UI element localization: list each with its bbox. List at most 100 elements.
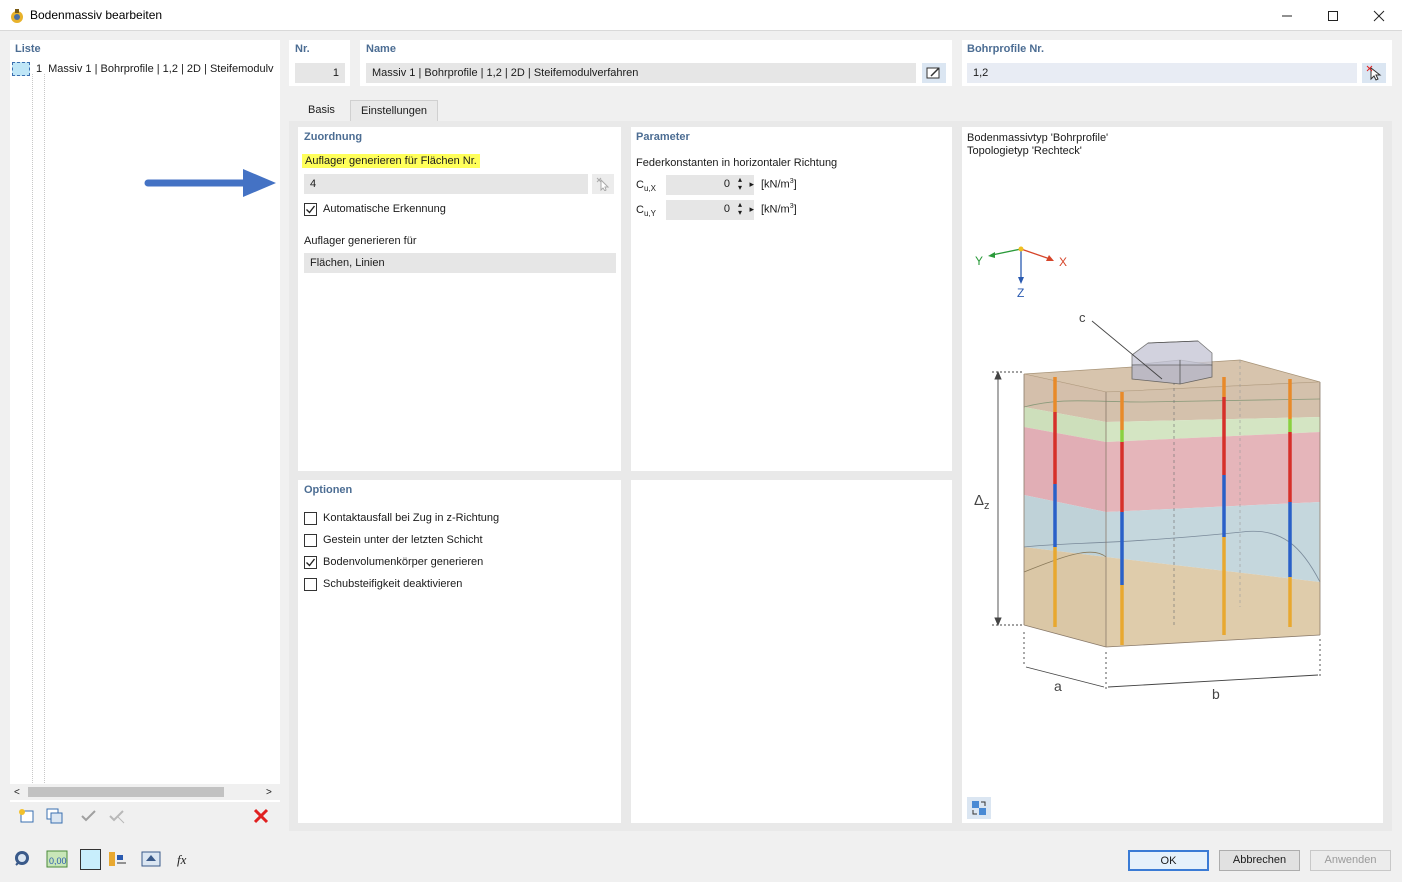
structure-view-button[interactable] [104, 848, 130, 870]
optionen-header: Optionen [304, 484, 353, 496]
parameter-panel: Parameter Federkonstanten in horizontale… [631, 127, 952, 471]
zuordnung-header: Zuordnung [304, 131, 363, 143]
automatische-erkennung-row[interactable]: Automatische Erkennung [304, 198, 446, 220]
label-delta-z: Δz [974, 492, 990, 512]
parameter-header: Parameter [636, 131, 690, 143]
cux-value: 0 [723, 178, 730, 190]
optionen-panel: Optionen Kontaktausfall bei Zug in z-Ric… [298, 480, 621, 823]
option-row[interactable]: Kontaktausfall bei Zug in z-Richtung [304, 507, 499, 529]
units-button[interactable]: 0,00 [44, 848, 70, 870]
scrollbar-thumb[interactable] [28, 787, 224, 797]
list-header: Liste [15, 43, 41, 55]
maximize-button[interactable] [1310, 0, 1356, 31]
uncheck-icon [109, 810, 125, 824]
scroll-right-icon[interactable]: > [266, 787, 272, 798]
bodenvolumen-checkbox[interactable] [304, 555, 317, 569]
soil-block [1023, 359, 1321, 648]
cuy-value: 0 [723, 203, 730, 215]
cuy-spinner-icon[interactable]: ▴ ▾ [738, 201, 742, 217]
flaechen-input[interactable]: 4 [304, 174, 588, 194]
automatische-erkennung-label: Automatische Erkennung [323, 203, 446, 215]
cuy-arrow-icon[interactable]: ▸ [749, 204, 754, 215]
federkonstanten-label: Federkonstanten in horizontaler Richtung [636, 157, 838, 169]
apply-button[interactable]: Anwenden [1310, 850, 1391, 871]
ok-button[interactable]: OK [1128, 850, 1209, 871]
tab-basis[interactable]: Basis [298, 100, 345, 122]
list-item-label: Massiv 1 | Bohrprofile | 1,2 | 2D | Stei… [48, 63, 274, 75]
cuy-input[interactable]: 0 ▴ ▾ ▸ [666, 200, 754, 220]
nr-label: Nr. [295, 43, 310, 55]
check-icon [81, 810, 96, 822]
search-help-button[interactable] [9, 848, 35, 870]
label-a: a [1054, 678, 1062, 694]
preview-topology-text: Topologietyp 'Rechteck' [967, 145, 1082, 157]
name-input[interactable]: Massiv 1 | Bohrprofile | 1,2 | 2D | Stei… [366, 63, 916, 83]
bohrprofile-label: Bohrprofile Nr. [967, 43, 1045, 55]
cancel-button[interactable]: Abbrechen [1219, 850, 1300, 871]
pick-cursor-icon [596, 177, 610, 191]
bohrprofile-input[interactable]: 1,2 [967, 63, 1357, 83]
flaechen-label: Auflager generieren für Flächen Nr. [302, 154, 480, 168]
cux-unit: [kN/m3] [761, 178, 797, 191]
edit-icon [926, 67, 940, 79]
new-item-button[interactable] [14, 805, 40, 827]
nr-input[interactable]: 1 [295, 63, 345, 83]
gestein-checkbox[interactable] [304, 533, 317, 547]
label-b: b [1212, 686, 1220, 702]
schubsteifigkeit-label: Schubsteifigkeit deaktivieren [323, 578, 463, 590]
model-view-icon [141, 851, 161, 867]
kontaktausfall-checkbox[interactable] [304, 511, 317, 525]
nr-section: Nr. 1 [289, 40, 350, 86]
name-label: Name [366, 43, 396, 55]
close-button[interactable] [1356, 0, 1402, 31]
schubsteifigkeit-checkbox[interactable] [304, 577, 317, 591]
function-icon: fx [177, 852, 187, 867]
cux-spinner-icon[interactable]: ▴ ▾ [738, 176, 742, 192]
empty-panel [631, 480, 952, 823]
automatische-erkennung-checkbox[interactable] [304, 202, 317, 216]
pick-flaechen-button[interactable] [592, 174, 614, 194]
cux-arrow-icon[interactable]: ▸ [749, 179, 754, 190]
zuordnung-panel: Zuordnung Auflager generieren für Fläche… [298, 127, 621, 471]
minimize-button[interactable] [1264, 0, 1310, 31]
list-toolbar [10, 802, 280, 830]
name-section: Name Massiv 1 | Bohrprofile | 1,2 | 2D |… [360, 40, 952, 86]
list-item[interactable]: 1 Massiv 1 | Bohrprofile | 1,2 | 2D | St… [12, 60, 278, 78]
cuy-symbol: Cu,Y [636, 204, 656, 219]
bodenvolumen-label: Bodenvolumenkörper generieren [323, 556, 484, 568]
list-item-number: 1 [36, 63, 43, 75]
list-panel: Liste 1 Massiv 1 | Bohrprofile | 1,2 | 2… [10, 40, 280, 830]
generieren-select[interactable]: Flächen, Linien [304, 253, 616, 273]
generieren-label: Auflager generieren für [304, 235, 417, 247]
model-view-button[interactable] [138, 848, 164, 870]
numeric-display-icon: 0,00 [46, 850, 68, 868]
new-item-icon [19, 809, 34, 823]
delete-button[interactable] [248, 805, 274, 827]
option-row[interactable]: Bodenvolumenkörper generieren [304, 551, 483, 573]
bottom-bar: 0,00 fx OK Abbrechen Anwenden [0, 838, 1402, 882]
bohrprofile-section: Bohrprofile Nr. 1,2 [962, 40, 1392, 86]
window-title: Bodenmassiv bearbeiten [30, 8, 163, 22]
pointer-arrow-icon [144, 169, 276, 197]
gestein-label: Gestein unter der letzten Schicht [323, 534, 483, 546]
tree-line [44, 74, 45, 789]
structure-icon [109, 852, 126, 866]
refresh-preview-button[interactable] [967, 797, 991, 819]
check-button[interactable] [76, 805, 102, 827]
preview-type-text: Bodenmassivtyp 'Bohrprofile' [967, 132, 1109, 144]
tab-einstellungen[interactable]: Einstellungen [350, 100, 439, 122]
option-row[interactable]: Schubsteifigkeit deaktivieren [304, 573, 462, 595]
color-button[interactable] [80, 849, 101, 870]
edit-name-button[interactable] [922, 63, 946, 83]
scroll-left-icon[interactable]: < [14, 787, 20, 798]
formula-button[interactable]: fx [172, 848, 198, 870]
maximize-icon [1328, 10, 1338, 21]
coordinate-axes: X Y Z [975, 246, 1067, 300]
copy-item-button[interactable] [42, 805, 68, 827]
label-c: c [1079, 310, 1086, 325]
pick-bohrprofile-button[interactable] [1362, 63, 1386, 83]
uncheck-button[interactable] [104, 805, 130, 827]
horizontal-scrollbar[interactable]: < > [10, 784, 280, 800]
cux-input[interactable]: 0 ▴ ▾ ▸ [666, 175, 754, 195]
option-row[interactable]: Gestein unter der letzten Schicht [304, 529, 483, 551]
